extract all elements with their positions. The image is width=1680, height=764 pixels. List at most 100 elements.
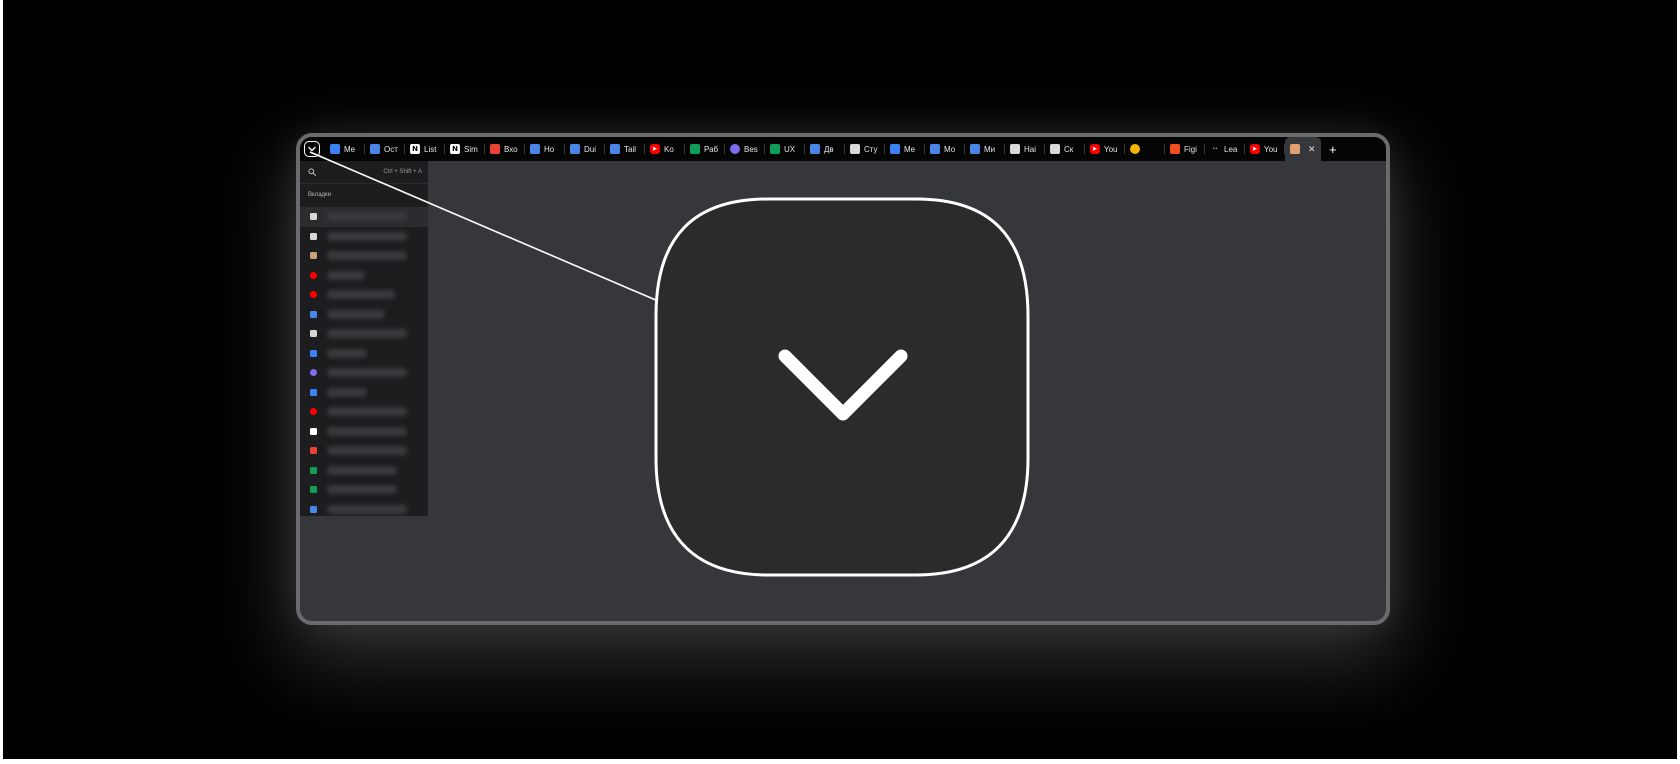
new-tab-button[interactable]: + [1329,143,1337,156]
docs-icon [310,310,317,318]
tab-title: Мо [944,144,956,154]
tab[interactable]: ▶ Ko [645,137,685,161]
tab[interactable]: Дв [805,137,845,161]
redacted-title [327,485,397,495]
redacted-title [327,212,407,222]
redacted-title [327,407,407,417]
tab-title: Ми [984,144,996,154]
redacted-title [327,309,385,319]
section-title: Вкладки [308,192,332,198]
notion-icon: N [410,144,420,154]
tab-title: Раб [704,144,719,154]
tab-search-panel: Ctrl + Shift + A Вкладки [300,161,428,516]
tab[interactable]: ·· Lea [1205,137,1245,161]
tab-strip: Me Ост N List N Sim Вхо Ho Dui Tail ▶ Ko Раб Bes UX Дв С… [325,137,1285,161]
docs-icon [930,144,940,154]
active-tab[interactable]: ✕ [1285,137,1321,161]
tab[interactable]: Мо [925,137,965,161]
chat-icon [310,349,317,357]
tab[interactable]: ▶ You [1085,137,1125,161]
tab-list-item[interactable] [300,402,428,422]
tab-list-item[interactable] [300,422,428,442]
sheets-icon [310,486,317,494]
redacted-title [327,231,407,241]
notion-icon [310,427,317,435]
tab-list-item[interactable] [300,227,428,247]
tab[interactable]: ▶ You [1245,137,1285,161]
page-icon [1050,144,1060,154]
tab-list-item[interactable] [300,461,428,481]
docs-icon [970,144,980,154]
tab-title: Ост [384,144,398,154]
youtube-icon [310,271,317,279]
chat-icon [890,144,900,154]
gmail-icon [310,447,317,455]
burger-icon [1290,144,1300,154]
tab-list-item[interactable] [300,207,428,227]
tab-list-item[interactable] [300,363,428,383]
tab-title: Figi [1184,144,1197,154]
tab-search-bar[interactable]: Ctrl + Shift + A [300,161,428,184]
docs-icon [810,144,820,154]
tab-title: Ск [1064,144,1074,154]
tab-title: Дв [824,144,834,154]
close-icon[interactable]: ✕ [1308,144,1316,155]
tab-list-item[interactable] [300,285,428,305]
tab[interactable]: Ми [965,137,1005,161]
shortcut-hint: Ctrl + Shift + A [383,169,422,175]
tab[interactable]: Tail [605,137,645,161]
tab[interactable]: Ск [1045,137,1085,161]
tab[interactable]: Figi [1165,137,1205,161]
tab-list-item[interactable] [300,344,428,364]
page-icon [850,144,860,154]
tab-list-item[interactable] [300,324,428,344]
tab-list-item[interactable] [300,441,428,461]
figma-icon [1170,144,1180,154]
tab-title: Tail [624,144,637,154]
tab[interactable]: Me [885,137,925,161]
tab-list-item[interactable] [300,305,428,325]
tab-list-item[interactable] [300,383,428,403]
tab-title: UX [784,144,796,154]
tab[interactable]: Hai [1005,137,1045,161]
docs-icon [610,144,620,154]
tab[interactable]: Bes [725,137,765,161]
tab-list-item[interactable] [300,500,428,520]
tab-title: Me [904,144,916,154]
tab[interactable]: Ост [365,137,405,161]
redacted-title [327,348,367,358]
youtube-icon: ▶ [1250,144,1260,154]
tab-title: Сту [864,144,878,154]
tab[interactable]: Ho [525,137,565,161]
tab[interactable]: Dui [565,137,605,161]
chat-icon [310,388,317,396]
compass-icon [310,369,317,377]
docs-icon [570,144,580,154]
tab-list-item[interactable] [300,480,428,500]
tab-title: Lea [1224,144,1238,154]
tab[interactable]: Раб [685,137,725,161]
page-icon [1010,144,1020,154]
redacted-title [327,465,397,475]
redacted-title [327,387,367,397]
browser-window: Me Ост N List N Sim Вхо Ho Dui Tail ▶ Ko Раб Bes UX Дв С… [296,133,1390,625]
tab-list-item[interactable] [300,266,428,286]
tab[interactable]: Me [325,137,365,161]
tab-list-button[interactable] [304,141,320,157]
tab-title: You [1104,144,1118,154]
tab-title: Ho [544,144,555,154]
tab[interactable]: N List [405,137,445,161]
youtube-icon [310,291,317,299]
chevron-down-icon [308,146,316,152]
docs-icon [370,144,380,154]
tab[interactable]: N Sim [445,137,485,161]
page-icon [310,232,317,240]
tab[interactable] [1125,137,1165,161]
compass-icon [730,144,740,154]
redacted-title [327,329,407,339]
tab[interactable]: UX [765,137,805,161]
sheets-icon [770,144,780,154]
tab[interactable]: Вхо [485,137,525,161]
tab-list-item[interactable] [300,246,428,266]
tab[interactable]: Сту [845,137,885,161]
